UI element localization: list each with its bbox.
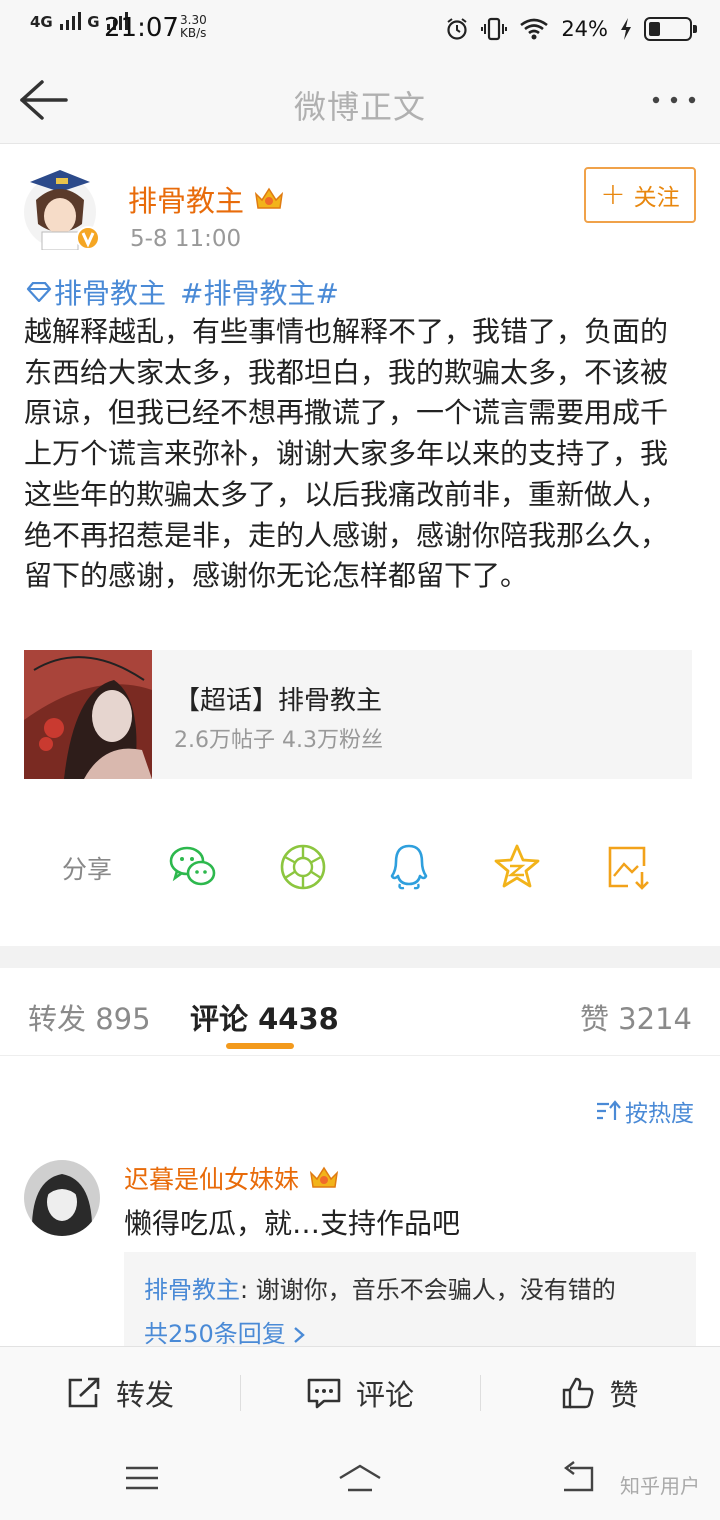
network-type-2: G: [87, 13, 100, 31]
topic-title: 【超话】排骨教主: [174, 686, 383, 716]
alarm-icon: [447, 18, 467, 40]
comment-icon: [307, 1378, 341, 1409]
wifi-icon: [520, 18, 549, 40]
commenter-avatar[interactable]: [24, 1160, 100, 1236]
qq-icon[interactable]: [384, 842, 434, 892]
status-right: 24%: [445, 14, 697, 44]
battery-icon: [644, 17, 697, 41]
sort-by-hot[interactable]: 按热度: [595, 1094, 694, 1128]
post-time: 5-8 11:00: [130, 226, 242, 252]
author-name[interactable]: 排骨教主: [128, 178, 244, 220]
wechat-icon[interactable]: [168, 842, 218, 892]
menu-icon[interactable]: [120, 1460, 164, 1496]
save-image-icon[interactable]: [604, 842, 654, 892]
chevron-right-icon: [294, 1327, 306, 1343]
system-back-icon[interactable]: [558, 1460, 602, 1496]
clock: 21:07: [104, 13, 179, 43]
moments-icon[interactable]: [278, 842, 328, 892]
hashtag-link[interactable]: #排骨教主#: [180, 272, 339, 312]
home-icon[interactable]: [338, 1460, 382, 1496]
section-divider: [0, 946, 720, 968]
reply-text: : 谢谢你，音乐不会骗人，没有错的: [240, 1276, 616, 1304]
tab-like[interactable]: 赞 3214: [580, 996, 692, 1038]
watermark: 知乎用户: [620, 1474, 700, 1498]
commenter-name-row[interactable]: 迟暮是仙女妹妹: [124, 1160, 339, 1196]
reply-author[interactable]: 排骨教主: [144, 1276, 240, 1304]
system-nav-bar: 知乎用户: [0, 1438, 720, 1520]
comment-text: 懒得吃瓜，就…支持作品吧: [124, 1207, 461, 1240]
repost-button[interactable]: 转发: [0, 1347, 240, 1439]
sort-label: 按热度: [625, 1101, 694, 1127]
reply-line: 排骨教主: 谢谢你，音乐不会骗人，没有错的: [144, 1270, 616, 1305]
signal-icon: [59, 12, 81, 30]
super-topic-card[interactable]: 【超话】排骨教主 2.6万帖子 4.3万粉丝: [24, 650, 692, 779]
vip-crown-icon: [309, 1166, 339, 1188]
active-tab-indicator: [226, 1043, 294, 1049]
qzone-icon[interactable]: [492, 842, 542, 892]
plus-icon: +: [600, 177, 626, 212]
nav-bar: 微博正文: [0, 56, 720, 144]
share-row: 分享: [0, 836, 720, 896]
page-title: 微博正文: [293, 88, 426, 126]
tab-repost[interactable]: 转发 895: [28, 996, 151, 1038]
sort-icon: [597, 1100, 621, 1120]
network-speed: 3.30 KB/s: [180, 13, 207, 40]
network-type: 4G: [30, 13, 53, 31]
battery-fill: [649, 22, 660, 36]
status-bar: 4G G 21:07 3.30 KB/s 24%: [0, 0, 720, 56]
more-options-icon[interactable]: [650, 92, 698, 108]
post-body: 越解释越乱，有些事情也解释不了，我错了，负面的东西给大家太多，我都坦白，我的欺骗…: [24, 315, 669, 593]
share-label: 分享: [62, 855, 113, 884]
super-topic-link[interactable]: 排骨教主: [54, 272, 166, 312]
vip-crown-icon: [254, 187, 284, 209]
charging-icon: [621, 18, 631, 40]
post-tags: 排骨教主 #排骨教主#: [26, 272, 339, 312]
tab-comment[interactable]: 评论 4438: [190, 996, 339, 1038]
action-bar: 转发 评论 赞: [0, 1346, 720, 1438]
super-topic-diamond-icon: [26, 282, 52, 302]
like-button[interactable]: 赞: [480, 1347, 720, 1439]
commenter-name[interactable]: 迟暮是仙女妹妹: [124, 1160, 299, 1196]
follow-label: 关注: [633, 185, 680, 211]
author-name-row[interactable]: 排骨教主: [128, 178, 284, 220]
engagement-tabs: 转发 895 评论 4438 赞 3214: [0, 968, 720, 1056]
thumbs-up-icon: [563, 1377, 594, 1409]
comment-button[interactable]: 评论: [240, 1347, 480, 1439]
repost-icon: [68, 1377, 100, 1408]
topic-stats: 2.6万帖子 4.3万粉丝: [174, 728, 383, 753]
battery-percent: 24%: [561, 17, 608, 41]
vibrate-icon: [481, 17, 508, 41]
view-all-replies[interactable]: 共250条回复: [144, 1314, 306, 1349]
reply-preview[interactable]: 排骨教主: 谢谢你，音乐不会骗人，没有错的 共250条回复: [124, 1252, 696, 1352]
topic-cover-image: [24, 650, 152, 779]
follow-button[interactable]: + 关注: [584, 167, 696, 223]
author-avatar[interactable]: [22, 160, 104, 250]
